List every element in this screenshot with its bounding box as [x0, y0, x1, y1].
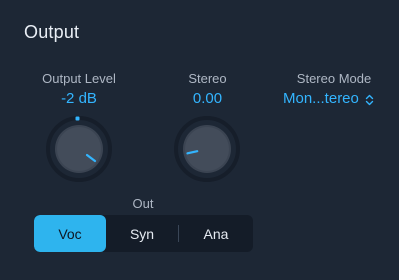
stereo-value[interactable]: 0.00 [165, 90, 250, 107]
stereo-knob[interactable] [174, 116, 240, 182]
out-option-voc[interactable]: Voc [34, 215, 106, 252]
out-option-label: Voc [58, 225, 82, 242]
panel-title: Output [24, 22, 80, 42]
stereo-label: Stereo [188, 71, 227, 86]
out-segmented-control: Voc Syn Ana [34, 215, 253, 252]
output-level-label: Output Level [42, 71, 116, 86]
output-panel: Output Output Level -2 dB Stereo 0.00 St… [0, 0, 399, 280]
stereo-mode-value: Mon...tereo [283, 90, 359, 107]
out-option-ana[interactable]: Ana [179, 215, 253, 252]
out-option-label: Syn [129, 225, 155, 242]
out-option-label: Ana [203, 225, 229, 242]
output-level-knob[interactable] [46, 116, 112, 182]
stereo-mode-dropdown[interactable]: Mon...tereo [283, 90, 374, 107]
up-down-chevron-icon [365, 93, 374, 105]
out-label: Out [132, 196, 154, 211]
out-option-syn[interactable]: Syn [106, 215, 178, 252]
stereo-mode-label: Stereo Mode [296, 71, 372, 86]
output-level-value[interactable]: -2 dB [34, 90, 124, 107]
